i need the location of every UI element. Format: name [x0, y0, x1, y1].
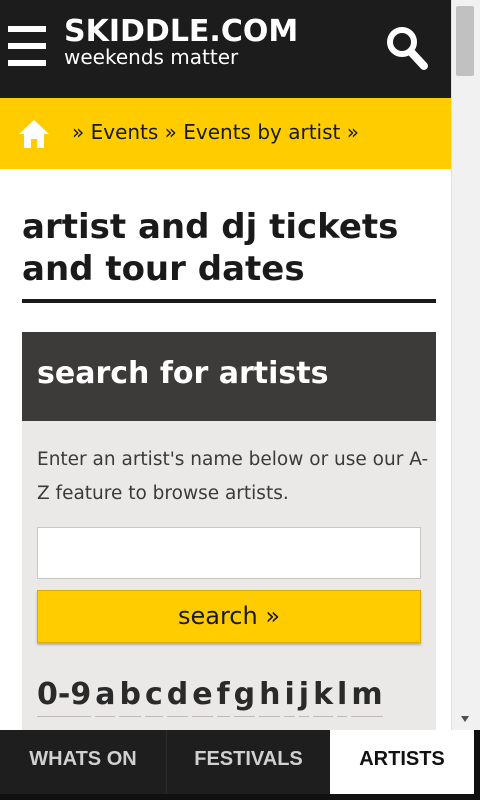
az-letter-link[interactable]: e	[192, 677, 213, 717]
search-button[interactable]: search »	[37, 590, 421, 643]
search-panel-description: Enter an artist's name below or use our …	[37, 449, 429, 504]
breadcrumb-separator: »	[340, 120, 359, 144]
site-logo[interactable]: SKIDDLE.COM weekends matter	[64, 14, 299, 69]
search-panel-title: search for artists	[37, 356, 329, 391]
logo-tagline: weekends matter	[64, 45, 239, 69]
search-panel-body: Enter an artist's name below or use our …	[22, 421, 436, 741]
page-title: artist and dj tickets and tour dates	[22, 207, 399, 289]
az-letter-link[interactable]: i	[284, 677, 295, 717]
title-divider	[22, 299, 436, 303]
az-letter-link[interactable]: k	[313, 677, 334, 717]
az-letter-link[interactable]: a	[95, 677, 116, 717]
tab-whats-on[interactable]: WHATS ON	[0, 730, 166, 794]
breadcrumb: » Events » Events by artist »	[0, 98, 451, 169]
tab-artists[interactable]: ARTISTS	[330, 730, 474, 794]
az-letter-link[interactable]: l	[337, 677, 348, 717]
bottom-tab-bar: WHATS ON FESTIVALS ARTISTS	[0, 730, 480, 800]
breadcrumb-link-events-by-artist[interactable]: Events by artist	[183, 120, 340, 144]
scrollbar-thumb[interactable]	[456, 6, 474, 76]
az-letter-link[interactable]: b	[119, 677, 141, 717]
az-letter-link[interactable]: h	[259, 677, 281, 717]
az-letter-link[interactable]: c	[144, 677, 163, 717]
hamburger-menu-icon[interactable]	[8, 26, 46, 70]
home-icon[interactable]	[18, 119, 50, 149]
search-icon[interactable]	[384, 24, 430, 72]
search-panel-header: search for artists	[22, 332, 436, 421]
breadcrumb-trail: » Events » Events by artist »	[72, 120, 359, 144]
logo-wordmark: SKIDDLE.COM	[64, 14, 299, 49]
artist-search-input[interactable]	[37, 527, 421, 579]
az-letter-link[interactable]: f	[216, 677, 230, 717]
az-letter-link[interactable]: j	[298, 677, 310, 717]
az-letter-link[interactable]: m	[351, 677, 383, 717]
az-letter-link[interactable]: d	[166, 677, 189, 717]
breadcrumb-link-events[interactable]: Events	[91, 120, 159, 144]
az-letter-link[interactable]: g	[233, 677, 256, 717]
scrollbar[interactable]	[451, 0, 480, 730]
breadcrumb-separator: »	[158, 120, 184, 144]
az-letter-link[interactable]: 0-9	[37, 677, 92, 717]
tab-festivals[interactable]: FESTIVALS	[166, 730, 330, 794]
breadcrumb-separator: »	[72, 120, 91, 144]
tab-bar-bottom-edge	[0, 794, 480, 800]
az-letter-list: 0-9 a b c d e f g h i j k l m	[37, 677, 387, 725]
site-header: SKIDDLE.COM weekends matter	[0, 0, 451, 98]
scroll-down-arrow-icon[interactable]	[458, 710, 472, 722]
